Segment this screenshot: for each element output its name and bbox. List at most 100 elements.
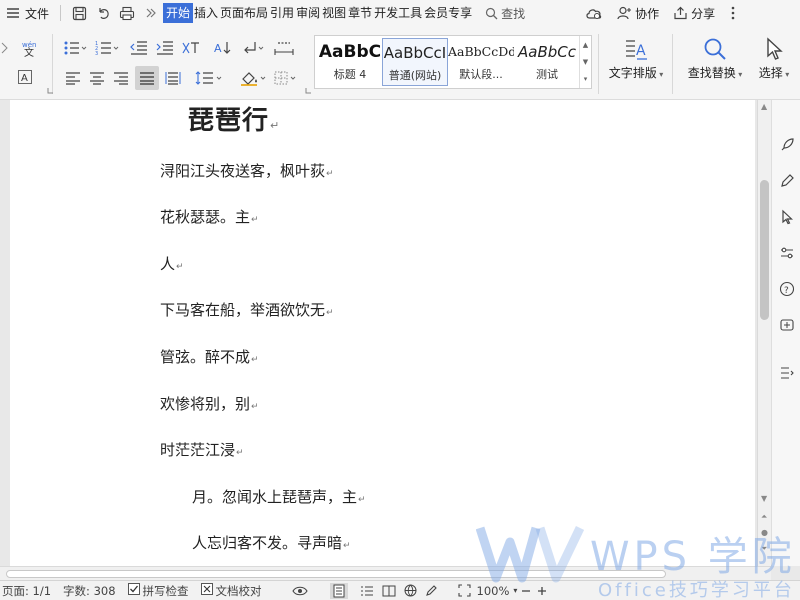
- poem-line[interactable]: 欢惨将别，别↵: [160, 393, 259, 414]
- collapse-panel-icon[interactable]: [778, 364, 796, 382]
- more-options-button[interactable]: [731, 6, 735, 20]
- poem-line-text: 人忘归客不发。寻声暗: [192, 534, 343, 552]
- poem-line[interactable]: 时茫茫江浸↵: [160, 439, 244, 460]
- undo-icon[interactable]: [91, 2, 115, 24]
- fit-page-icon[interactable]: [457, 584, 471, 597]
- checkbox-checked-icon: [127, 583, 140, 598]
- line-spacing-icon[interactable]: [194, 68, 224, 88]
- phonetic-guide-icon[interactable]: wén 文: [20, 38, 42, 58]
- page-view-icon[interactable]: [329, 582, 348, 599]
- justify-icon[interactable]: [135, 66, 159, 90]
- reading-view-icon[interactable]: [382, 585, 396, 597]
- more-dots-icon: [731, 6, 735, 20]
- spell-check-button[interactable]: 拼写检查: [127, 583, 189, 599]
- border-icon[interactable]: [272, 68, 302, 88]
- save-icon[interactable]: [67, 2, 91, 24]
- select-browse-icon[interactable]: ●: [761, 528, 768, 537]
- shading-icon[interactable]: [238, 68, 268, 88]
- char-spacing-icon[interactable]: [272, 38, 296, 58]
- poem-line[interactable]: 花秋瑟瑟。主↵: [160, 206, 259, 227]
- tab-references[interactable]: 引用: [269, 3, 295, 23]
- text-layout-button[interactable]: A 文字排版 ▾: [606, 34, 666, 81]
- document-title[interactable]: 琵琶行↵: [188, 100, 280, 137]
- tab-home[interactable]: 开始: [163, 3, 194, 23]
- poem-line[interactable]: 人忘归客不发。寻声暗↵: [192, 532, 351, 553]
- paragraph-dialog-launcher-icon[interactable]: [304, 86, 312, 94]
- char-border-icon[interactable]: A: [16, 68, 34, 86]
- doc-check-button[interactable]: 文档校对: [200, 583, 262, 599]
- sort-icon[interactable]: A: [212, 38, 234, 58]
- rocket-icon[interactable]: [778, 136, 796, 154]
- scroll-down-icon[interactable]: ▼: [761, 494, 767, 503]
- poem-line[interactable]: 人↵: [160, 253, 184, 274]
- paragraph-mark: ↵: [251, 215, 259, 225]
- outline-view-icon[interactable]: [360, 585, 374, 597]
- increase-indent-icon[interactable]: [154, 38, 176, 58]
- backup-icon[interactable]: [778, 316, 796, 334]
- print-icon[interactable]: [115, 2, 139, 24]
- help-icon[interactable]: ?: [778, 280, 796, 298]
- prev-page-icon[interactable]: ⏶: [761, 512, 767, 522]
- select-cursor-icon[interactable]: [778, 208, 796, 226]
- show-marks-icon[interactable]: [240, 38, 266, 58]
- eye-protection-icon[interactable]: [291, 585, 308, 597]
- expand-icon[interactable]: ▾: [584, 75, 588, 83]
- scroll-up-icon[interactable]: ▲: [761, 102, 767, 111]
- styles-scroll[interactable]: ▲ ▼ ▾: [579, 36, 591, 88]
- tab-page-layout[interactable]: 页面布局: [219, 3, 269, 23]
- svg-text:?: ?: [784, 286, 789, 296]
- web-view-icon[interactable]: [404, 584, 417, 597]
- write-mode-icon[interactable]: [425, 584, 438, 597]
- poem-line[interactable]: 管弦。醉不成↵: [160, 346, 259, 367]
- document-title-text: 琵琶行: [188, 106, 270, 136]
- file-menu[interactable]: 文件: [0, 5, 54, 22]
- zoom-level[interactable]: 100%: [477, 584, 510, 598]
- chevron-up-icon[interactable]: ▲: [583, 41, 588, 49]
- horizontal-scroll-thumb[interactable]: [6, 570, 666, 578]
- user-plus-icon: [617, 6, 632, 20]
- tab-view[interactable]: 视图: [321, 3, 347, 23]
- align-left-icon[interactable]: [62, 68, 84, 88]
- adjust-sliders-icon[interactable]: [778, 244, 796, 262]
- font-dialog-launcher-icon[interactable]: [46, 86, 54, 94]
- tab-chapter[interactable]: 章节: [347, 3, 373, 23]
- zoom-in-icon[interactable]: [537, 586, 547, 596]
- cloud-sync-button[interactable]: [585, 6, 603, 20]
- tab-developer[interactable]: 开发工具: [373, 3, 423, 23]
- poem-line[interactable]: 下马客在船，举酒欲饮无↵: [160, 299, 334, 320]
- next-page-icon[interactable]: ⏷: [761, 544, 767, 554]
- poem-line[interactable]: 浔阳江头夜送客，枫叶荻↵: [160, 160, 334, 181]
- find-replace-button[interactable]: 查找替换 ▾: [682, 34, 748, 81]
- align-center-icon[interactable]: [86, 68, 108, 88]
- chevron-down-icon[interactable]: ▼: [583, 58, 588, 66]
- tab-review[interactable]: 审阅: [295, 3, 321, 23]
- bullet-list-icon[interactable]: [62, 38, 88, 58]
- style-normal-web[interactable]: AaBbCcI 普通(网站): [382, 38, 448, 86]
- page-indicator[interactable]: 页面: 1/1: [2, 583, 51, 599]
- select-button[interactable]: 选择 ▾: [752, 34, 796, 81]
- vertical-scrollbar[interactable]: ▲ ▼ ⏶ ● ⏷: [757, 100, 771, 566]
- share-button[interactable]: 分享: [673, 5, 715, 22]
- zoom-out-icon[interactable]: [521, 586, 531, 596]
- horizontal-scrollbar[interactable]: [0, 566, 771, 580]
- word-count[interactable]: 字数: 308: [63, 583, 115, 599]
- style-default-paragraph[interactable]: AaBbCcDd 默认段...: [448, 38, 514, 86]
- style-test[interactable]: AaBbCc 测试: [514, 38, 580, 86]
- zoom-dropdown-icon[interactable]: ▾: [513, 586, 517, 595]
- document-page[interactable]: 琵琶行↵ 浔阳江头夜送客，枫叶荻↵ 花秋瑟瑟。主↵ 人↵ 下马客在船，举酒欲饮无…: [10, 100, 755, 566]
- style-heading-4[interactable]: AaBbC 标题 4: [317, 38, 383, 86]
- decrease-indent-icon[interactable]: [128, 38, 150, 58]
- text-direction-icon[interactable]: [180, 38, 204, 58]
- vertical-scroll-thumb[interactable]: [760, 180, 769, 320]
- tab-insert[interactable]: 插入: [193, 3, 219, 23]
- more-chevron-icon[interactable]: [139, 2, 163, 24]
- align-right-icon[interactable]: [110, 68, 132, 88]
- spell-check-label: 拼写检查: [142, 583, 189, 598]
- pen-icon[interactable]: [778, 172, 796, 190]
- distributed-align-icon[interactable]: [162, 68, 184, 88]
- tab-membership[interactable]: 会员专享: [423, 3, 473, 23]
- poem-line[interactable]: 月。忽闻水上琵琶声，主↵: [192, 486, 366, 507]
- collab-button[interactable]: 协作: [617, 5, 659, 22]
- numbered-list-icon[interactable]: 123: [94, 38, 120, 58]
- search-button[interactable]: 查找: [485, 5, 525, 22]
